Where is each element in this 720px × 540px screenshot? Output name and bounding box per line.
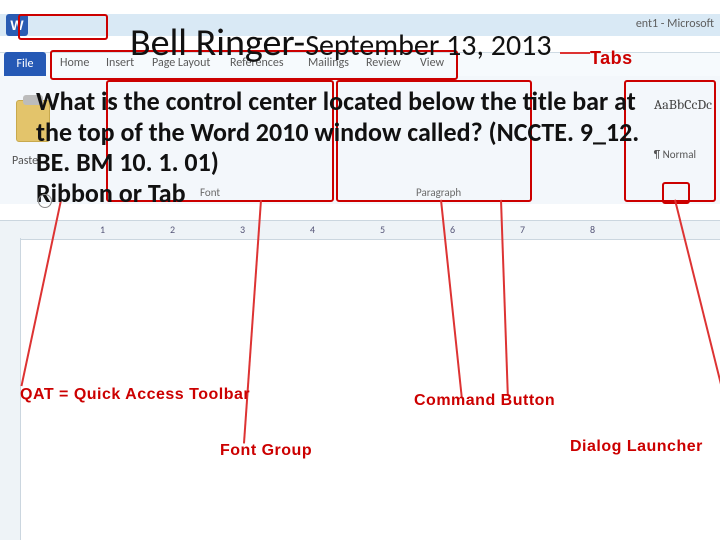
callout-label-command-button: Command Button (414, 392, 555, 410)
bullet-circle-icon (38, 194, 52, 208)
slide-body: What is the control center located below… (36, 86, 664, 209)
document-title: ent1 - Microsoft (636, 17, 714, 31)
answer-text: Ribbon or Tab (36, 178, 664, 209)
callout-label-tabs: Tabs (590, 48, 633, 69)
ruler-tick: 5 (380, 223, 385, 236)
ruler-tick: 8 (590, 223, 595, 236)
slide-title: Bell Ringer-September 13, 2013 (130, 20, 552, 66)
callout-box-qat (18, 14, 108, 40)
callout-label-font-group: Font Group (220, 442, 312, 460)
callout-label-qat: QAT = Quick Access Toolbar (20, 386, 250, 404)
slide-background: W ent1 - Microsoft File Home Insert Page… (0, 0, 720, 540)
question-text: What is the control center located below… (36, 86, 664, 178)
vertical-ruler (0, 238, 21, 540)
ruler-tick: 4 (310, 223, 315, 236)
paste-label[interactable]: Paste (12, 154, 38, 168)
ruler-tick: 2 (170, 223, 175, 236)
horizontal-ruler: 1 2 3 4 5 6 7 8 (0, 220, 720, 240)
callout-line (560, 52, 590, 54)
ruler-tick: 1 (100, 223, 105, 236)
slide-title-main: Bell Ringer- (130, 20, 305, 66)
callout-label-dialog-launcher: Dialog Launcher (570, 438, 703, 456)
ruler-tick: 3 (240, 223, 245, 236)
ruler-tick: 7 (520, 223, 525, 236)
slide-title-date: September 13, 2013 (305, 27, 551, 64)
ruler-tick: 6 (450, 223, 455, 236)
file-tab[interactable]: File (4, 52, 46, 76)
